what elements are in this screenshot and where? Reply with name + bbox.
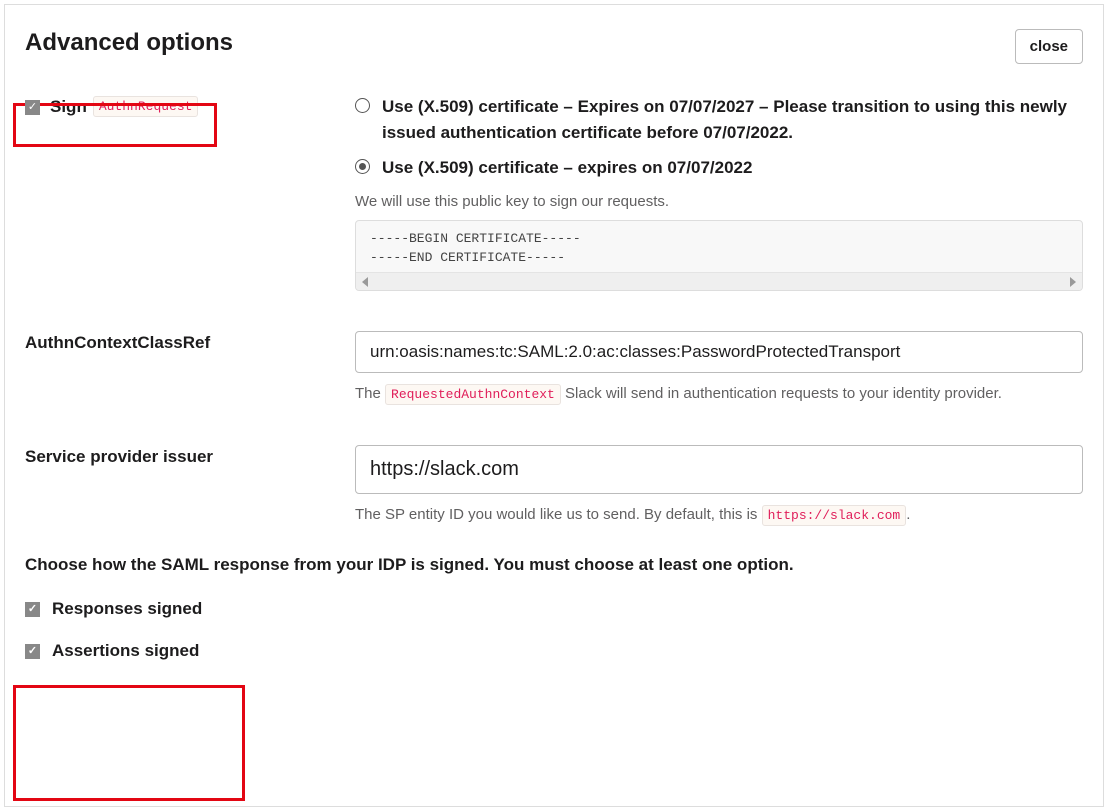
- cert-radio-label-old: Use (X.509) certificate – expires on 07/…: [382, 155, 752, 181]
- certificate-textarea[interactable]: -----BEGIN CERTIFICATE----- -----END CER…: [355, 220, 1083, 291]
- cert-radio-option-old[interactable]: Use (X.509) certificate – expires on 07/…: [355, 155, 1083, 181]
- checkbox-icon: ✓: [25, 100, 40, 115]
- sp-issuer-input[interactable]: [355, 445, 1083, 494]
- horizontal-scrollbar[interactable]: [356, 272, 1082, 290]
- page-title: Advanced options: [25, 29, 233, 57]
- assertions-signed-label: Assertions signed: [52, 641, 199, 661]
- cert-radio-option-new[interactable]: Use (X.509) certificate – Expires on 07/…: [355, 94, 1083, 147]
- sign-label: Sign: [50, 97, 87, 117]
- requested-authn-context-chip: RequestedAuthnContext: [385, 384, 561, 405]
- sp-issuer-label: Service provider issuer: [25, 447, 355, 467]
- sp-issuer-help: The SP entity ID you would like us to se…: [355, 504, 1083, 527]
- radio-icon: [355, 98, 370, 113]
- authn-context-row: AuthnContextClassRef The RequestedAuthnC…: [25, 331, 1083, 406]
- certificate-content: -----BEGIN CERTIFICATE----- -----END CER…: [356, 221, 1082, 272]
- authn-context-label: AuthnContextClassRef: [25, 333, 355, 353]
- panel-header: Advanced options close: [25, 29, 1083, 64]
- highlight-response-signing: [13, 685, 245, 801]
- assertions-signed-checkbox[interactable]: ✓ Assertions signed: [25, 641, 1083, 661]
- cert-radio-label-new: Use (X.509) certificate – Expires on 07/…: [382, 94, 1083, 147]
- sign-authnrequest-control[interactable]: ✓ Sign AuthnRequest: [25, 96, 355, 117]
- radio-selected-icon: [355, 159, 370, 174]
- sign-authnrequest-row: ✓ Sign AuthnRequest Use (X.509) certific…: [25, 94, 1083, 291]
- cert-help-text: We will use this public key to sign our …: [355, 191, 1083, 214]
- signing-section-note: Choose how the SAML response from your I…: [25, 555, 1083, 575]
- authn-context-help: The RequestedAuthnContext Slack will sen…: [355, 383, 1083, 406]
- close-button[interactable]: close: [1015, 29, 1083, 64]
- sp-issuer-row: Service provider issuer The SP entity ID…: [25, 445, 1083, 527]
- checkbox-icon: ✓: [25, 602, 40, 617]
- authn-context-input[interactable]: [355, 331, 1083, 373]
- checkbox-icon: ✓: [25, 644, 40, 659]
- sp-issuer-default-chip: https://slack.com: [762, 505, 907, 526]
- advanced-options-panel: Advanced options close ✓ Sign AuthnReque…: [4, 4, 1104, 807]
- responses-signed-label: Responses signed: [52, 599, 202, 619]
- sign-code-chip: AuthnRequest: [93, 96, 199, 117]
- responses-signed-checkbox[interactable]: ✓ Responses signed: [25, 599, 1083, 619]
